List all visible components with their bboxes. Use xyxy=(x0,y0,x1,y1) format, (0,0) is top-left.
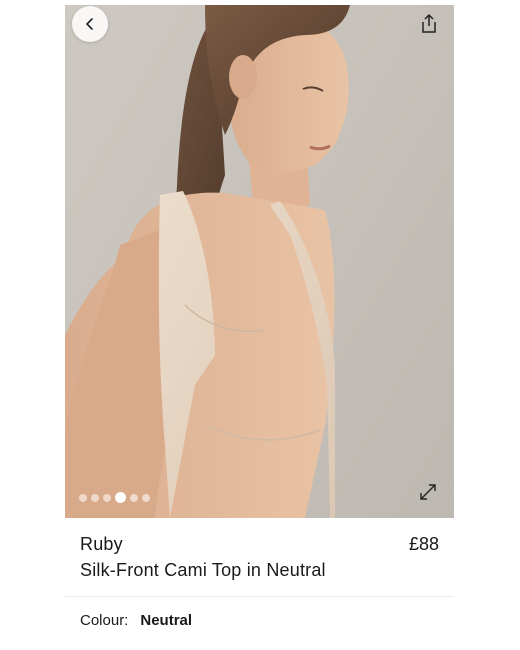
gallery-dot-active[interactable] xyxy=(115,492,126,503)
product-name: Silk-Front Cami Top in Neutral xyxy=(80,560,326,580)
gallery-dot[interactable] xyxy=(130,493,138,502)
share-button[interactable] xyxy=(418,13,440,35)
gallery-dot[interactable] xyxy=(79,493,87,502)
gallery-dot[interactable] xyxy=(91,493,99,502)
share-icon xyxy=(422,14,436,33)
product-brand: Ruby xyxy=(80,534,123,554)
gallery-dot[interactable] xyxy=(142,493,150,502)
gallery-dot[interactable] xyxy=(103,493,111,502)
colour-selector[interactable]: Colour: Neutral xyxy=(80,612,192,629)
colour-value: Neutral xyxy=(140,612,193,629)
product-photo xyxy=(65,5,350,518)
divider xyxy=(65,596,454,597)
colour-label: Colour: xyxy=(80,612,129,629)
product-image-gallery[interactable] xyxy=(65,5,454,518)
expand-icon xyxy=(420,484,436,500)
gallery-dots xyxy=(79,492,150,503)
expand-button[interactable] xyxy=(416,480,440,504)
product-price: £88 xyxy=(408,534,439,554)
back-button[interactable] xyxy=(72,6,108,42)
chevron-left-icon xyxy=(86,18,93,30)
